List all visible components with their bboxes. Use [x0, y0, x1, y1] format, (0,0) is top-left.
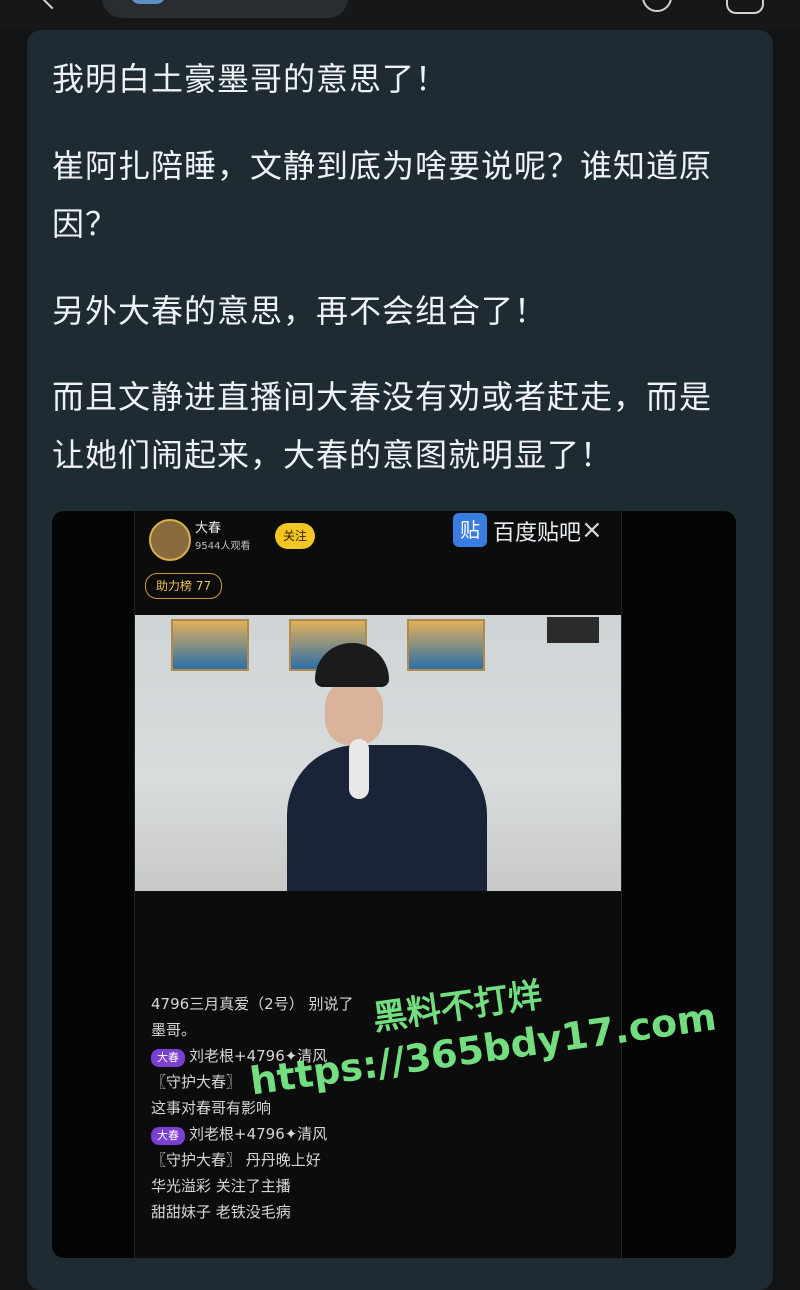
post-paragraph-3: 另外大春的意思，再不会组合了！	[52, 292, 548, 330]
person-face	[325, 681, 383, 745]
back-arrow-icon[interactable]	[40, 0, 64, 10]
wall-painting	[171, 619, 249, 671]
microphone	[349, 739, 369, 799]
profile-icon[interactable]	[726, 0, 764, 14]
rank-badge: 助力榜 77	[145, 573, 223, 599]
close-icon: ×	[581, 515, 603, 545]
livestream-frame: 大春 9544人观看 关注 助力榜 77 贴 百度贴吧 × 4796三月真爱（2…	[134, 511, 622, 1258]
follow-button: 关注	[275, 523, 315, 549]
streamer-avatar	[149, 519, 191, 561]
chat-line: 大春 刘老根+4796✦清风	[151, 1121, 611, 1147]
wall-clock	[547, 617, 599, 643]
tieba-logo-icon: 贴	[453, 513, 487, 547]
search-icon[interactable]	[642, 0, 672, 12]
viewer-count: 9544人观看	[195, 541, 251, 552]
chat-line: 〖守护大春〗 丹丹晚上好	[151, 1151, 321, 1169]
post-paragraph-4: 而且文静进直播间大春没有劝或者赶走，而是让她们闹起来，大春的意图就明显了！	[52, 378, 713, 474]
top-navigation-bar	[0, 0, 800, 28]
camera-view	[135, 615, 621, 891]
chat-line: 甜甜妹子 老铁没毛病	[151, 1203, 291, 1221]
streamer-name: 大春	[195, 521, 222, 536]
post-paragraph-1: 我明白土豪墨哥的意思了！	[52, 60, 449, 98]
tieba-label: 百度贴吧	[493, 521, 582, 546]
chat-badge: 大春	[151, 1049, 185, 1067]
post-paragraph-2: 崔阿扎陪睡，文静到底为啥要说呢？谁知道原因？	[52, 147, 713, 243]
post-image-livestream-screenshot[interactable]: 大春 9544人观看 关注 助力榜 77 贴 百度贴吧 × 4796三月真爱（2…	[52, 511, 736, 1258]
post-card: 我明白土豪墨哥的意思了！ 崔阿扎陪睡，文静到底为啥要说呢？谁知道原因？ 另外大春…	[27, 30, 773, 1290]
chat-text: 刘老根+4796✦清风	[189, 1125, 328, 1143]
chat-line: 这事对春哥有影响	[151, 1099, 272, 1117]
person-body	[287, 745, 487, 891]
wall-painting	[407, 619, 485, 671]
chat-line: 华光溢彩 关注了主播	[151, 1177, 291, 1195]
chat-badge: 大春	[151, 1127, 185, 1145]
